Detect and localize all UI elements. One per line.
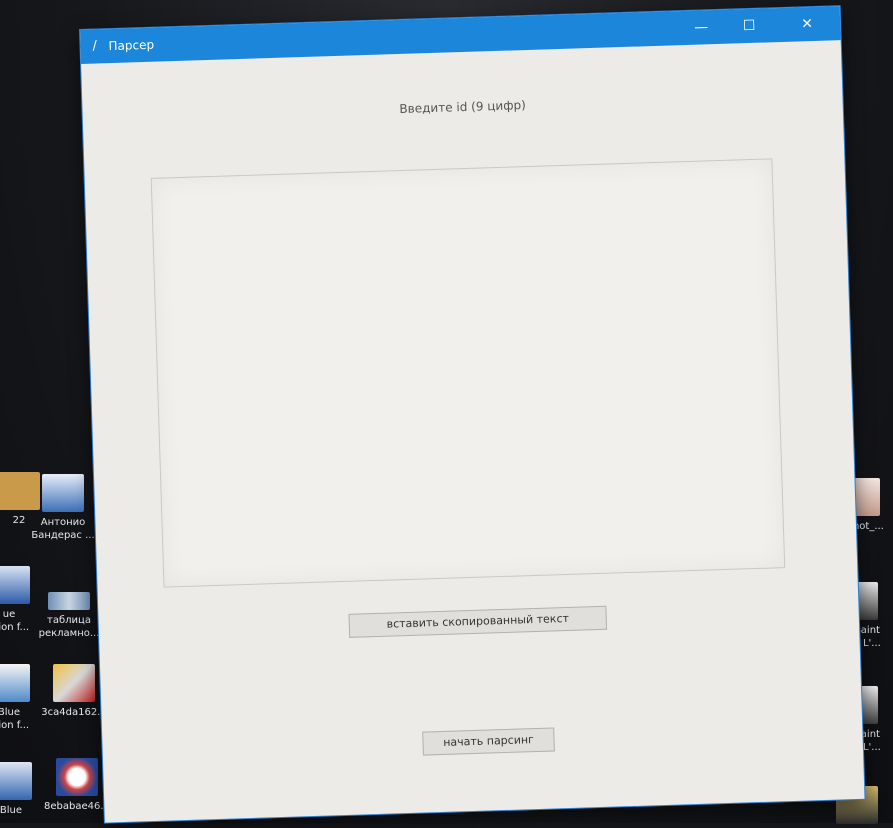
desktop-icon-label: Бандерас ... [31, 530, 95, 541]
file-thumbnail-icon [0, 664, 30, 702]
desktop-icon[interactable]: таблица рекламно... [30, 592, 108, 640]
close-button[interactable]: ✕ [784, 6, 831, 41]
desktop-icon-label: рекламно... [38, 628, 100, 639]
window-titlebar[interactable]: / Парсер — ☐ ✕ [80, 6, 841, 64]
start-parsing-button[interactable]: начать парсинг [422, 727, 555, 756]
desktop-icon-label: таблица [47, 615, 91, 626]
paste-copied-text-button[interactable]: вставить скопированный текст [348, 605, 608, 638]
file-thumbnail-icon [53, 664, 95, 702]
text-input-area[interactable] [150, 158, 786, 588]
desktop-icon-label: Антонио [40, 517, 86, 528]
file-thumbnail-icon [0, 566, 30, 604]
feather-icon: / [92, 38, 98, 54]
minimize-button[interactable]: — [678, 10, 725, 45]
file-thumbnail-icon [0, 762, 32, 800]
desktop: 22 Антонио Бандерас ... ue ction f... та… [0, 0, 893, 824]
file-thumbnail-icon [56, 758, 98, 796]
maximize-button[interactable]: ☐ [726, 8, 773, 43]
desktop-icon-label: ction f... [0, 720, 30, 731]
id-prompt-label: Введите id (9 цифр) [399, 98, 526, 117]
window-title: Парсер [108, 37, 155, 54]
parser-window: / Парсер — ☐ ✕ Введите id (9 цифр) встав… [80, 6, 865, 823]
desktop-icon[interactable]: Антонио Бандерас ... [24, 474, 102, 542]
file-thumbnail-icon [48, 592, 90, 610]
file-thumbnail-icon [42, 474, 84, 512]
